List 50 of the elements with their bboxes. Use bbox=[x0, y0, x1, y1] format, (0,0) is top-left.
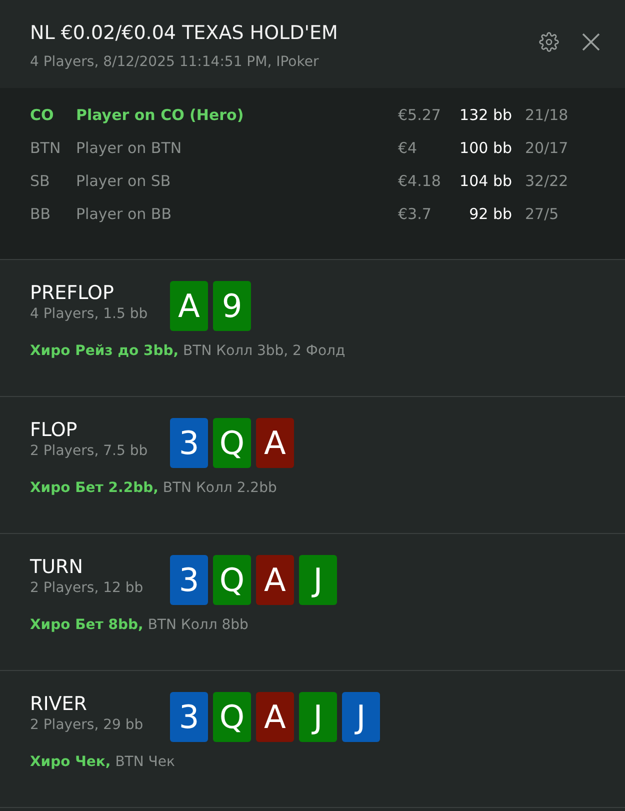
playing-card: 3 bbox=[170, 418, 208, 468]
player-stats: 20/17 bbox=[524, 138, 570, 158]
player-name: Player on BTN bbox=[76, 138, 183, 158]
playing-card: A bbox=[256, 555, 294, 605]
street-info: 2 Players, 7.5 bb bbox=[30, 443, 149, 459]
player-position: BB bbox=[30, 204, 52, 224]
player-money: €3.7 bbox=[398, 204, 432, 224]
player-stats: 32/22 bbox=[524, 171, 570, 191]
close-icon[interactable] bbox=[581, 32, 601, 52]
street-actions: Хиро Бет 8bb, BTN Колл 8bb bbox=[30, 617, 250, 633]
street-name: PREFLOP bbox=[30, 281, 115, 306]
street-actions: Хиро Рейз до 3bb, BTN Колл 3bb, 2 Фолд bbox=[30, 343, 346, 359]
player-stack: 100 bb bbox=[458, 138, 512, 158]
player-name: Player on BB bbox=[76, 204, 172, 224]
player-position: SB bbox=[30, 171, 51, 191]
street-name: FLOP bbox=[30, 418, 78, 443]
playing-card: A bbox=[256, 418, 294, 468]
player-position: BTN bbox=[30, 138, 62, 158]
playing-card: 3 bbox=[170, 555, 208, 605]
player-money: €4 bbox=[398, 138, 418, 158]
hand-title: NL €0.02/€0.04 TEXAS HOLD'EM bbox=[30, 21, 338, 46]
playing-card: J bbox=[342, 692, 380, 742]
player-name: Player on SB bbox=[76, 171, 172, 191]
playing-card: A bbox=[170, 281, 208, 331]
player-stack: 104 bb bbox=[458, 171, 512, 191]
playing-card: Q bbox=[213, 418, 251, 468]
street-info: 2 Players, 12 bb bbox=[30, 580, 144, 596]
player-money: €4.18 bbox=[398, 171, 442, 191]
player-stats: 21/18 bbox=[524, 105, 570, 125]
playing-card: J bbox=[299, 555, 337, 605]
street-name: TURN bbox=[30, 555, 84, 580]
playing-card: Q bbox=[213, 555, 251, 605]
hand-subtitle: 4 Players, 8/12/2025 11:14:51 PM, IPoker bbox=[30, 54, 320, 70]
street-info: 4 Players, 1.5 bb bbox=[30, 306, 149, 322]
settings-icon[interactable] bbox=[539, 32, 559, 52]
playing-card: 3 bbox=[170, 692, 208, 742]
player-position: CO bbox=[30, 105, 55, 125]
player-name: Player on CO (Hero) bbox=[76, 105, 245, 125]
player-stats: 27/5 bbox=[524, 204, 560, 224]
street-actions: Хиро Бет 2.2bb, BTN Колл 2.2bb bbox=[30, 480, 278, 496]
playing-card: A bbox=[256, 692, 294, 742]
playing-card: Q bbox=[213, 692, 251, 742]
playing-card: J bbox=[299, 692, 337, 742]
player-money: €5.27 bbox=[398, 105, 442, 125]
street-name: RIVER bbox=[30, 692, 88, 717]
player-stack: 92 bb bbox=[468, 204, 512, 224]
street-info: 2 Players, 29 bb bbox=[30, 717, 144, 733]
playing-card: 9 bbox=[213, 281, 251, 331]
player-stack: 132 bb bbox=[458, 105, 512, 125]
street-actions: Хиро Чек, BTN Чек bbox=[30, 754, 176, 770]
